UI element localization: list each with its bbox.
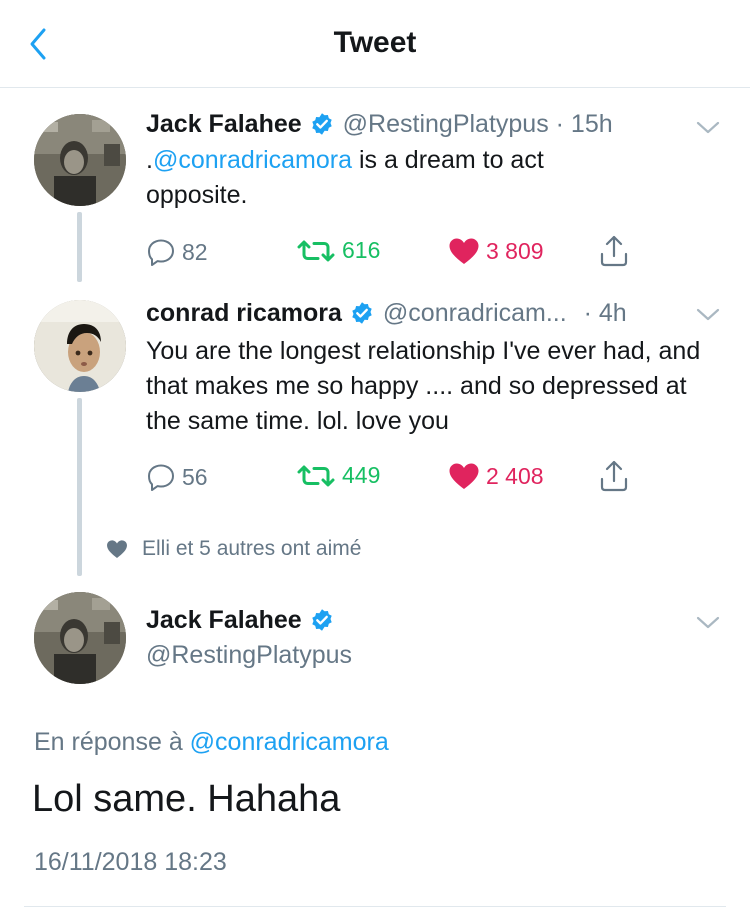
verified-badge-icon: [310, 608, 334, 632]
reply-count: 56: [182, 463, 208, 490]
liked-by-text: Elli et 5 autres ont aimé: [142, 537, 362, 560]
author-name: conrad ricamora: [146, 298, 342, 327]
heart-icon: [107, 540, 127, 558]
text-prefix: .: [146, 146, 153, 174]
heart-icon: [448, 462, 480, 490]
divider: [24, 906, 726, 907]
retweet-count: 616: [342, 237, 381, 263]
tweet-1-text: .@conradricamora is a dream to act oppos…: [146, 143, 616, 213]
reply-icon: [146, 237, 176, 267]
reply-count: 82: [182, 238, 208, 265]
author-name: Jack Falahee: [146, 109, 302, 138]
retweet-button[interactable]: 449: [296, 462, 380, 489]
reply-prefix: En réponse à: [34, 728, 190, 756]
retweet-button[interactable]: 616: [296, 237, 380, 264]
tweet-2-text: You are the longest relationship I've ev…: [146, 337, 701, 435]
chevron-down-icon[interactable]: [694, 612, 722, 632]
mention-link[interactable]: @conradricamora: [153, 146, 352, 174]
thread-connector-line: [77, 398, 82, 576]
like-button[interactable]: 3 809: [448, 237, 544, 265]
retweet-icon: [296, 238, 336, 264]
tweet-timestamp: 16/11/2018 18:23: [34, 848, 227, 876]
liked-by-row[interactable]: Elli et 5 autres ont aimé: [106, 537, 361, 561]
tweet-time: 4h: [598, 298, 627, 327]
chevron-down-icon[interactable]: [694, 117, 722, 137]
focused-author-name-line[interactable]: Jack Falahee: [146, 603, 343, 637]
focused-author-handle-line[interactable]: @RestingPlatypus: [146, 638, 352, 672]
retweet-icon: [296, 463, 336, 489]
tweet-time: 15h: [570, 109, 613, 138]
reply-context: En réponse à @conradricamora: [34, 728, 389, 757]
time-separator: ·: [576, 298, 599, 327]
like-count: 3 809: [486, 237, 544, 264]
share-icon: [598, 459, 630, 493]
author-handle: @RestingPlatypus: [146, 640, 353, 669]
share-button[interactable]: [598, 459, 636, 493]
avatar-conrad-ricamora[interactable]: [34, 300, 126, 392]
avatar-jack-falahee[interactable]: [34, 592, 126, 684]
share-button[interactable]: [598, 234, 636, 268]
page-title: Tweet: [333, 26, 417, 59]
time-separator: ·: [548, 109, 571, 138]
tweet-2-author-line[interactable]: conrad ricamora @conradricam... · 4h: [146, 296, 627, 330]
mention-link[interactable]: @conradricamora: [190, 728, 389, 756]
top-bar: Tweet: [0, 0, 750, 88]
author-handle: @conradricam...: [382, 298, 567, 327]
focused-tweet-text: Lol same. Hahaha: [32, 778, 341, 820]
tweet-1-author-line[interactable]: Jack Falahee @RestingPlatypus · 15h: [146, 107, 613, 141]
reply-button[interactable]: 82: [146, 237, 208, 267]
retweet-count: 449: [342, 462, 381, 488]
verified-badge-icon: [350, 301, 374, 325]
verified-badge-icon: [310, 112, 334, 136]
reply-button[interactable]: 56: [146, 462, 208, 492]
reply-icon: [146, 462, 176, 492]
like-button[interactable]: 2 408: [448, 462, 544, 490]
like-count: 2 408: [486, 462, 544, 489]
author-handle: @RestingPlatypus: [342, 109, 549, 138]
author-name: Jack Falahee: [146, 605, 302, 634]
heart-icon: [448, 237, 480, 265]
thread-connector-line: [77, 212, 82, 282]
avatar-jack-falahee[interactable]: [34, 114, 126, 206]
share-icon: [598, 234, 630, 268]
chevron-down-icon[interactable]: [694, 304, 722, 324]
